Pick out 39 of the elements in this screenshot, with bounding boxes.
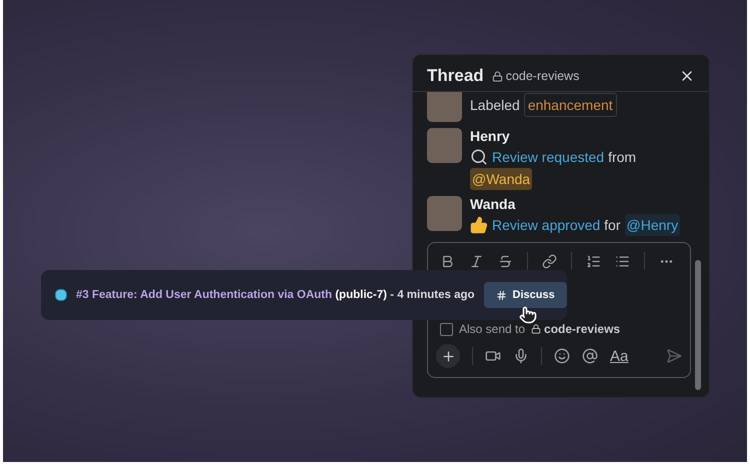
message-text: Labeled (470, 96, 520, 114)
author-name: Wanda (470, 196, 516, 212)
message-text: for (604, 216, 621, 235)
formatting-button[interactable]: Aa (610, 348, 628, 364)
thumbs-up-icon (470, 216, 488, 234)
microphone-icon[interactable] (513, 348, 529, 364)
hand-cursor-icon (519, 306, 537, 324)
link-icon[interactable] (542, 254, 557, 268)
magnifier-icon (470, 148, 488, 166)
thread-title: Thread (427, 66, 484, 86)
author-name: Henry (470, 128, 511, 144)
label-tag: enhancement (524, 92, 617, 116)
notification-text: #3 Feature: Add User Authentication via OAuth (public-7) - 4 minutes ago (76, 289, 475, 301)
bulleted-list-icon[interactable] (615, 254, 630, 268)
smiley-icon[interactable] (554, 348, 570, 364)
checkbox[interactable] (440, 322, 453, 336)
italic-icon[interactable] (469, 254, 484, 268)
numbered-list-icon[interactable] (586, 254, 601, 268)
at-sign-icon[interactable] (582, 348, 598, 364)
avatar (427, 92, 462, 122)
send-icon[interactable] (666, 348, 682, 364)
bold-icon[interactable] (440, 254, 455, 268)
mention[interactable]: @Wanda (470, 168, 532, 190)
hash-icon (496, 290, 507, 300)
channel-name: code-reviews (544, 322, 620, 336)
channel-name: code-reviews (506, 69, 580, 83)
review-link[interactable]: Review requested (492, 146, 604, 168)
mention[interactable]: @Henry (624, 214, 680, 236)
review-link[interactable]: Review approved (492, 214, 600, 236)
strikethrough-icon[interactable] (498, 254, 513, 268)
avatar (427, 196, 462, 231)
add-button[interactable] (436, 344, 460, 368)
lock-icon (531, 324, 542, 334)
plus-icon (440, 348, 456, 364)
checkbox-label: Also send to (459, 322, 526, 336)
discuss-button[interactable]: Discuss (484, 282, 567, 308)
avatar (427, 128, 462, 163)
message-text: from (608, 148, 636, 167)
lock-icon (492, 70, 503, 82)
